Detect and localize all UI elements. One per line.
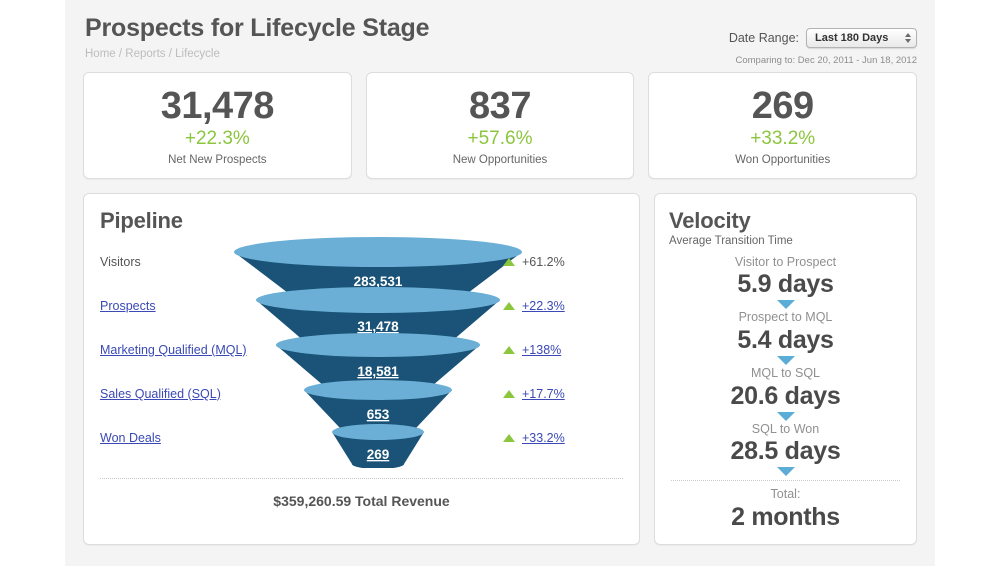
pipeline-title: Pipeline: [100, 208, 623, 234]
stage-label-link[interactable]: Prospects: [100, 299, 156, 313]
trend-up-icon: [503, 258, 515, 266]
kpi-value: 837: [377, 87, 624, 126]
page-header: Prospects for Lifecycle Stage Home / Rep…: [65, 0, 935, 72]
kpi-delta: +57.6%: [377, 128, 624, 150]
funnel-value-sql: 653: [367, 407, 390, 422]
trend-up-icon: [503, 302, 515, 310]
funnel-delta-mql: +138%: [503, 328, 623, 372]
panel-row: Pipeline Visitors Prospects Marketing Qu…: [65, 179, 935, 545]
delta-link[interactable]: +17.7%: [522, 387, 565, 401]
kpi-card-won-opportunities[interactable]: 269 +33.2% Won Opportunities: [648, 72, 917, 179]
delta-link[interactable]: +33.2%: [522, 431, 565, 445]
velocity-step-label: Prospect to MQL: [669, 310, 902, 326]
kpi-label: Won Opportunities: [659, 154, 906, 166]
velocity-step-label: MQL to SQL: [669, 366, 902, 382]
total-revenue-text: $359,260.59 Total Revenue: [100, 493, 623, 509]
velocity-title: Velocity: [669, 208, 902, 234]
date-range-select[interactable]: Last 180 Days: [806, 28, 917, 48]
kpi-value: 31,478: [94, 87, 341, 126]
delta-link[interactable]: +22.3%: [522, 299, 565, 313]
arrow-down-icon: [777, 356, 795, 365]
funnel-graphic: 283,531 31,478: [218, 236, 538, 473]
delta-text: +61.2%: [522, 255, 565, 269]
velocity-divider: [671, 480, 900, 481]
report-page: Prospects for Lifecycle Stage Home / Rep…: [65, 0, 935, 566]
velocity-total: Total: 2 months: [669, 487, 902, 531]
funnel-delta-list: +61.2% +22.3% +138% +17.7%: [503, 240, 623, 460]
stage-label-text: Visitors: [100, 255, 141, 269]
kpi-card-net-new-prospects[interactable]: 31,478 +22.3% Net New Prospects: [83, 72, 352, 179]
funnel-delta-won-deals: +33.2%: [503, 416, 623, 460]
velocity-steps: Visitor to Prospect 5.9 days Prospect to…: [669, 255, 902, 531]
kpi-card-new-opportunities[interactable]: 837 +57.6% New Opportunities: [366, 72, 635, 179]
velocity-total-label: Total:: [669, 487, 902, 503]
kpi-card-row: 31,478 +22.3% Net New Prospects 837 +57.…: [65, 72, 935, 179]
kpi-delta: +33.2%: [659, 128, 906, 150]
date-range-control: Date Range: Last 180 Days Comparing to: …: [729, 28, 917, 66]
stage-label-link[interactable]: Sales Qualified (SQL): [100, 387, 221, 401]
delta-link[interactable]: +138%: [522, 343, 561, 357]
trend-up-icon: [503, 434, 515, 442]
funnel-value-visitors: 283,531: [354, 274, 403, 289]
comparing-to-text: Comparing to: Dec 20, 2011 - Jun 18, 201…: [729, 55, 917, 66]
arrow-down-icon: [777, 300, 795, 309]
stepper-arrows-icon: [905, 33, 911, 43]
velocity-subtitle: Average Transition Time: [669, 235, 902, 247]
pipeline-panel: Pipeline Visitors Prospects Marketing Qu…: [83, 193, 640, 545]
funnel-value-won-deals: 269: [367, 447, 390, 462]
velocity-step-visitor-to-prospect: Visitor to Prospect 5.9 days: [669, 255, 902, 299]
funnel-delta-visitors: +61.2%: [503, 240, 623, 284]
arrow-down-icon: [777, 412, 795, 421]
velocity-step-label: Visitor to Prospect: [669, 255, 902, 271]
kpi-label: New Opportunities: [377, 154, 624, 166]
funnel-delta-prospects: +22.3%: [503, 284, 623, 328]
kpi-label: Net New Prospects: [94, 154, 341, 166]
velocity-panel: Velocity Average Transition Time Visitor…: [654, 193, 917, 545]
date-range-label: Date Range:: [729, 31, 799, 45]
funnel-svg: 283,531 31,478: [218, 236, 538, 468]
funnel-value-prospects: 31,478: [357, 319, 399, 334]
kpi-delta: +22.3%: [94, 128, 341, 150]
velocity-step-value: 28.5 days: [669, 437, 902, 465]
pipeline-divider: [100, 478, 623, 479]
stage-label-link[interactable]: Won Deals: [100, 431, 161, 445]
velocity-step-mql-to-sql: MQL to SQL 20.6 days: [669, 366, 902, 410]
date-range-value: Last 180 Days: [815, 32, 888, 44]
velocity-total-value: 2 months: [669, 503, 902, 531]
velocity-step-value: 5.4 days: [669, 326, 902, 354]
velocity-step-value: 20.6 days: [669, 382, 902, 410]
trend-up-icon: [503, 346, 515, 354]
velocity-step-label: SQL to Won: [669, 422, 902, 438]
velocity-step-prospect-to-mql: Prospect to MQL 5.4 days: [669, 310, 902, 354]
velocity-step-sql-to-won: SQL to Won 28.5 days: [669, 422, 902, 466]
trend-up-icon: [503, 390, 515, 398]
funnel-delta-sql: +17.7%: [503, 372, 623, 416]
kpi-value: 269: [659, 87, 906, 126]
velocity-step-value: 5.9 days: [669, 270, 902, 298]
funnel-value-mql: 18,581: [357, 364, 399, 379]
arrow-down-icon: [777, 467, 795, 476]
funnel-slice-won-deals[interactable]: 269: [332, 424, 424, 468]
funnel-chart: Visitors Prospects Marketing Qualified (…: [100, 240, 623, 476]
